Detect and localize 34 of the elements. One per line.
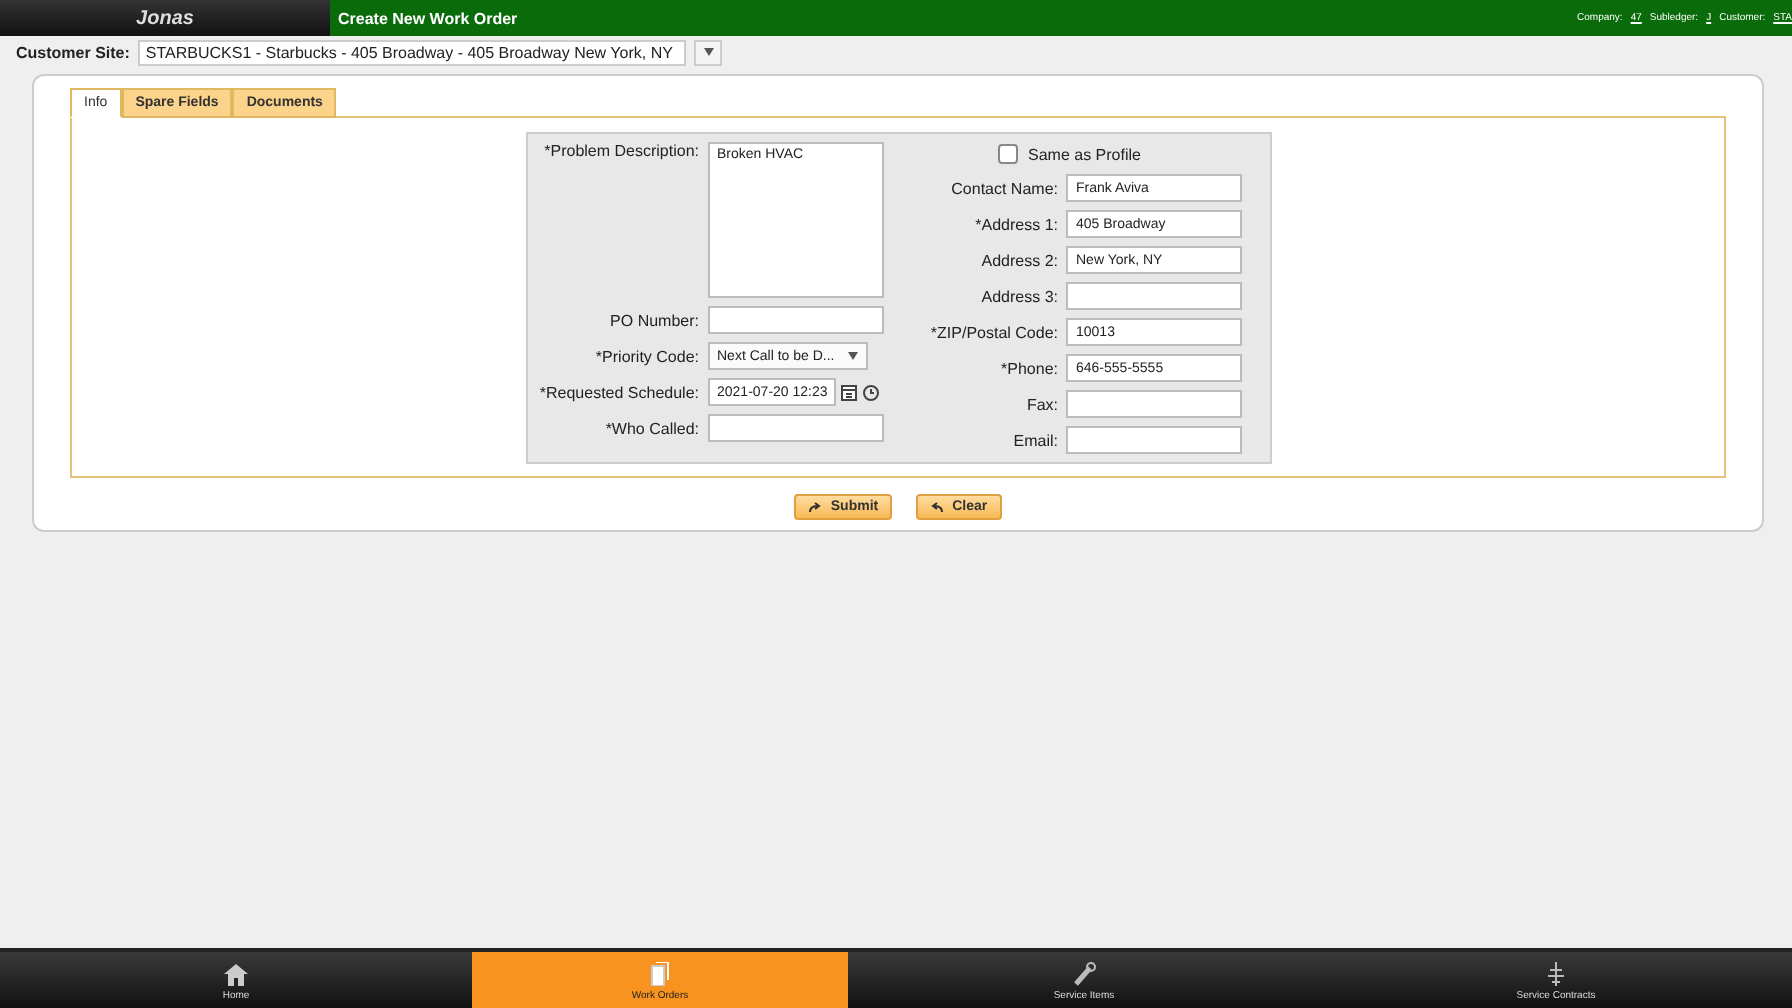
checkbox[interactable] [998, 144, 1018, 164]
field-label: Email: [1011, 431, 1058, 449]
field-label: Address 3: [979, 287, 1058, 305]
field-label: *Address 1: [973, 215, 1058, 233]
page-title: Create New Work Order [338, 9, 518, 27]
caret-icon [847, 352, 857, 360]
text-field[interactable] [1066, 390, 1242, 418]
field-label: *Phone: [999, 359, 1058, 377]
calendar-icon[interactable] [839, 383, 857, 401]
field-label: Contact Name: [949, 179, 1058, 197]
caret-icon [703, 48, 714, 56]
text-field[interactable] [1066, 426, 1242, 454]
clock-icon[interactable] [861, 383, 879, 401]
home-icon [224, 964, 248, 986]
arrow-icon [808, 501, 823, 513]
text-field[interactable] [707, 414, 883, 442]
wrench-icon [1072, 962, 1096, 986]
logo: Jonas [0, 0, 330, 36]
arrow-icon [930, 501, 945, 513]
document-icon [650, 962, 670, 986]
field-label: Customer Site: [16, 43, 130, 61]
text-field[interactable] [707, 306, 883, 334]
customer-site-field[interactable]: STARBUCKS1 - Starbucks - 405 Broadway - 405 Broadway New York, NY [137, 39, 687, 65]
dropdown-button[interactable] [694, 39, 723, 65]
checkbox-label: Same as Profile [1028, 145, 1141, 163]
field-label: *ZIP/Postal Code: [928, 323, 1058, 341]
field-label: *Who Called: [603, 419, 699, 437]
field-label: *Priority Code: [593, 347, 699, 365]
field-label: PO Number: [608, 311, 699, 329]
field-label: Fax: [1024, 395, 1058, 413]
text-field[interactable] [1066, 282, 1242, 310]
field-label: *Requested Schedule: [539, 383, 699, 401]
field-label: Address 2: [979, 251, 1058, 269]
field-label: *Problem Description: [542, 142, 699, 160]
